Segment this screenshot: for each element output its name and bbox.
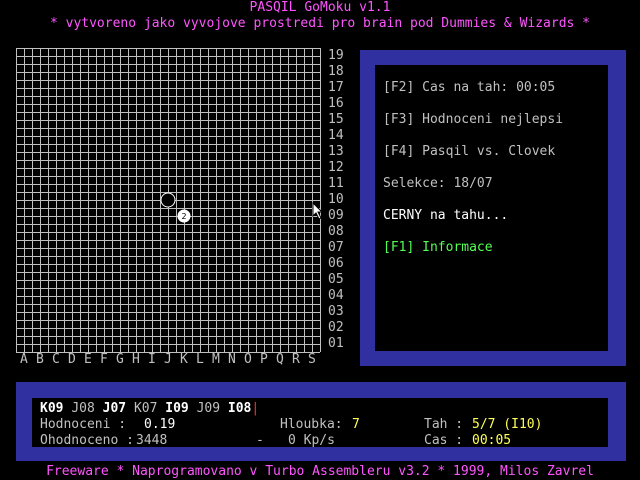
move-entry: I08	[227, 401, 252, 416]
rank-label: 07	[328, 240, 344, 255]
mouse-pointer-icon	[312, 202, 324, 220]
time-per-move-label: Cas na tah:	[422, 80, 509, 95]
file-label: E	[84, 352, 92, 367]
file-label: H	[132, 352, 140, 367]
f3-key: [F3]	[383, 112, 415, 127]
rank-label: 16	[328, 96, 344, 111]
move-entry: K09	[40, 401, 72, 416]
move-entry: I09	[165, 401, 197, 416]
file-label: I	[148, 352, 156, 367]
file-label: C	[52, 352, 60, 367]
file-label: P	[260, 352, 268, 367]
rank-label: 06	[328, 256, 344, 271]
speed-dash: -	[256, 433, 264, 448]
menu-item-info[interactable]: [F1] Informace	[383, 240, 493, 255]
time-per-move-value: 00:05	[516, 80, 556, 95]
f2-key: [F2]	[383, 80, 415, 95]
rank-label: 11	[328, 176, 344, 191]
rank-label: 18	[328, 64, 344, 79]
rank-label: 09	[328, 208, 344, 223]
eval-value: 0.19	[144, 417, 176, 432]
eval-label: Hodnoceni :	[40, 417, 127, 432]
rank-label: 13	[328, 144, 344, 159]
rank-label: 01	[328, 336, 344, 351]
file-label: Q	[276, 352, 284, 367]
evaluated-value: 3448	[136, 433, 168, 448]
move-history: K09 J08 J07 K07 I09 J09 I08|	[40, 401, 259, 416]
players-label: Pasqil vs. Clovek	[422, 144, 556, 159]
evaluated-label: Ohodnoceno :	[40, 433, 134, 448]
file-label: B	[36, 352, 44, 367]
file-label: N	[228, 352, 236, 367]
file-label: J	[164, 352, 172, 367]
stone-K09: 2	[177, 209, 191, 223]
time-label: Cas :	[424, 433, 464, 448]
file-label: R	[292, 352, 300, 367]
file-label: G	[116, 352, 124, 367]
file-label: A	[20, 352, 28, 367]
rank-label: 04	[328, 288, 344, 303]
selection-value: 18/07	[453, 176, 493, 191]
text-cursor: |	[251, 401, 260, 416]
rank-label: 05	[328, 272, 344, 287]
depth-label: Hloubka:	[280, 417, 343, 432]
selection-readout: Selekce: 18/07	[383, 176, 493, 191]
stone-J10	[160, 192, 176, 208]
rank-label: 08	[328, 224, 344, 239]
file-label: F	[100, 352, 108, 367]
turn-indicator: CERNY na tahu...	[383, 208, 509, 223]
footer-credits: Freeware * Naprogramovano v Turbo Assemb…	[46, 464, 594, 479]
f4-key: [F4]	[383, 144, 415, 159]
file-label: K	[180, 352, 188, 367]
rank-label: 10	[328, 192, 344, 207]
move-entry: J09	[196, 401, 228, 416]
file-label: O	[244, 352, 252, 367]
menu-item-evaluation-mode[interactable]: [F3] Hodnoceni nejlepsi	[383, 112, 563, 127]
depth-value: 7	[352, 417, 360, 432]
menu-item-time-per-move[interactable]: [F2] Cas na tah: 00:05	[383, 80, 555, 95]
menu-item-players[interactable]: [F4] Pasqil vs. Clovek	[383, 144, 555, 159]
move-value: 5/7 (I10)	[472, 417, 543, 432]
stone-number-label: 2	[181, 212, 186, 221]
rank-label: 12	[328, 160, 344, 175]
file-label: M	[212, 352, 220, 367]
move-entry: J08	[71, 401, 103, 416]
time-value: 00:05	[472, 433, 512, 448]
rank-label: 03	[328, 304, 344, 319]
file-label: S	[308, 352, 316, 367]
rank-label: 15	[328, 112, 344, 127]
evaluation-mode-label: Hodnoceni nejlepsi	[422, 112, 564, 127]
file-label: D	[68, 352, 76, 367]
move-entry: K07	[133, 401, 166, 416]
rank-label: 02	[328, 320, 344, 335]
f1-key: [F1]	[383, 240, 415, 255]
move-entry: J07	[102, 401, 134, 416]
rank-label: 14	[328, 128, 344, 143]
info-label: Informace	[422, 240, 493, 255]
rank-label: 17	[328, 80, 344, 95]
speed-value: 0 Kp/s	[288, 433, 335, 448]
file-label: L	[196, 352, 204, 367]
rank-label: 19	[328, 48, 344, 63]
selection-label: Selekce:	[383, 176, 446, 191]
move-label: Tah :	[424, 417, 464, 432]
